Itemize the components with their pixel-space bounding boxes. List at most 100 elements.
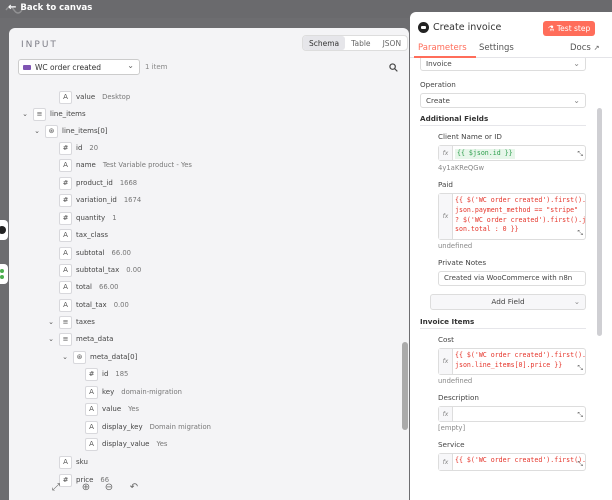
resource-select[interactable]: Invoice ⌄ (420, 58, 586, 71)
type-badge: A (59, 298, 72, 312)
paid-hint: undefined (438, 242, 473, 250)
cost-expression-field[interactable]: fx {{ $('WC order created').first(). jso… (438, 348, 586, 375)
tree-row[interactable]: ⌄ ≡ taxes (47, 315, 95, 329)
tab-json[interactable]: JSON (377, 36, 408, 50)
resource-value: Invoice (426, 59, 452, 68)
tree-row[interactable]: ⌄ ≡ meta_data (47, 332, 113, 346)
tree-value: 66.00 (99, 283, 119, 291)
operation-label: Operation (420, 80, 456, 89)
tree-row[interactable]: Aname Test Variable product - Yes (59, 158, 192, 172)
input-panel: INPUT Schema Table JSON WC order created… (9, 28, 409, 500)
tree-key: name (76, 161, 96, 169)
tree-value: 0.00 (126, 266, 142, 274)
add-field-button[interactable]: Add Field ⌄ (430, 294, 586, 310)
undo-icon[interactable]: ↶ (128, 482, 140, 494)
tree-row[interactable]: Atotal_tax 0.00 (59, 298, 129, 312)
view-mode-tabs: Schema Table JSON (302, 35, 409, 51)
cost-hint: undefined (438, 377, 473, 385)
chevron-down-icon[interactable]: ⌄ (61, 353, 69, 361)
input-node-select[interactable]: WC order created ⌄ (18, 59, 140, 75)
expand-icon[interactable]: ⤡ (577, 411, 583, 420)
type-badge: A (59, 246, 72, 260)
paid-expression-field[interactable]: fx {{ $('WC order created').first(). jso… (438, 193, 586, 240)
chevron-down-icon[interactable]: ⌄ (47, 335, 55, 343)
tree-row[interactable]: # quantity 1 (59, 211, 117, 225)
tree-row[interactable]: Avalue Desktop (59, 90, 130, 104)
tree-row[interactable]: Asku (59, 455, 88, 469)
tree-row[interactable]: Adisplay_value Yes (85, 437, 167, 451)
edge-node-icon[interactable] (0, 220, 8, 240)
expand-icon[interactable]: ⤡ (577, 229, 583, 238)
type-badge: ≡ (59, 332, 72, 346)
back-to-canvas-label: Back to canvas (20, 2, 93, 13)
type-badge: A (85, 420, 98, 434)
tree-key: value (102, 405, 122, 413)
tree-row[interactable]: # id 185 (85, 367, 128, 381)
tree-key: subtotal (76, 249, 105, 257)
docs-link[interactable]: Docs ↗ (570, 43, 599, 53)
chevron-down-icon[interactable]: ⌄ (47, 318, 55, 326)
input-scrollbar[interactable] (402, 342, 408, 430)
chevron-down-icon: ⌄ (573, 96, 580, 105)
description-expression-field[interactable]: fx ⤡ (438, 406, 586, 422)
client-expression: {{ $json.id }} (455, 149, 515, 159)
node-title[interactable]: Create invoice (433, 22, 501, 33)
tree-row[interactable]: ⌄ ≡ line_items (21, 107, 86, 121)
tree-row[interactable]: # variation_id 1674 (59, 193, 141, 207)
service-expression: {{ $('WC order created').first(). (455, 456, 587, 464)
expression-icon: fx (439, 349, 453, 374)
type-badge: ≡ (59, 315, 72, 329)
tree-row[interactable]: ⌄ ⊛ line_items[0] (33, 124, 108, 138)
tree-key: variation_id (76, 196, 117, 204)
operation-select[interactable]: Create ⌄ (420, 93, 586, 108)
tree-value: 1668 (119, 179, 138, 187)
type-badge: A (59, 158, 72, 172)
tree-key: meta_data[0] (90, 353, 138, 361)
tab-parameters[interactable]: Parameters (418, 43, 467, 53)
parameters-form: Invoice ⌄ Operation Create ⌄ Additional Fi… (410, 58, 612, 500)
expand-icon[interactable]: ⤡ (577, 150, 583, 159)
tree-row[interactable]: Atax_class (59, 228, 108, 242)
additional-fields-label: Additional Fields (420, 114, 489, 123)
type-badge: A (59, 228, 72, 242)
tree-row[interactable]: Akey domain-migration (85, 385, 182, 399)
fit-view-icon[interactable]: ⤢ (50, 482, 62, 494)
back-to-canvas-button[interactable]: ← Back to canvas (8, 2, 92, 13)
client-expression-field[interactable]: fx {{ $json.id }} ⤡ (438, 145, 586, 161)
tab-table[interactable]: Table (345, 36, 376, 50)
tree-row[interactable]: Asubtotal 66.00 (59, 246, 131, 260)
node-panel-scrollbar[interactable] (597, 108, 602, 336)
expand-icon[interactable]: ⤡ (577, 364, 583, 373)
edge-node-icon-2[interactable] (0, 264, 8, 284)
zoom-out-icon[interactable]: ⊖ (103, 482, 115, 494)
tree-key: subtotal_tax (76, 266, 120, 274)
chevron-down-icon[interactable]: ⌄ (33, 127, 41, 135)
node-panel: Create invoice ⚗ Test step Parameters Se… (410, 12, 612, 500)
tree-row[interactable]: Adisplay_key Domain migration (85, 420, 211, 434)
tree-row[interactable]: ⌄ ⊛ meta_data[0] (61, 350, 137, 364)
test-step-button[interactable]: ⚗ Test step (543, 21, 595, 36)
type-badge: A (59, 455, 72, 469)
tree-value: 1 (112, 214, 117, 222)
external-link-icon: ↗ (593, 44, 600, 52)
type-badge: A (85, 437, 98, 451)
search-icon[interactable] (389, 63, 398, 72)
tab-schema[interactable]: Schema (303, 36, 346, 50)
tree-row[interactable]: Avalue Yes (85, 402, 139, 416)
service-expression-field[interactable]: fx {{ $('WC order created').first(). ⤡ (438, 453, 586, 471)
type-badge: ⊛ (73, 350, 86, 364)
item-count: 1 item (145, 63, 168, 71)
private-notes-input[interactable]: Created via WooCommerce with n8n (438, 271, 586, 286)
chevron-down-icon[interactable]: ⌄ (21, 110, 29, 118)
tree-row[interactable]: # product_id 1668 (59, 176, 137, 190)
private-notes-label: Private Notes (438, 258, 487, 267)
expression-icon: fx (439, 407, 453, 421)
tree-row[interactable]: Asubtotal_tax 0.00 (59, 263, 141, 277)
tab-settings[interactable]: Settings (479, 43, 514, 53)
tree-row[interactable]: # id 20 (59, 141, 98, 155)
tree-row[interactable]: Atotal 66.00 (59, 280, 118, 294)
expand-icon[interactable]: ⤡ (577, 460, 583, 469)
paid-expression: {{ $('WC order created').first(). json.p… (455, 196, 587, 234)
tree-key: id (76, 144, 83, 152)
zoom-in-icon[interactable]: ⊕ (80, 482, 92, 494)
